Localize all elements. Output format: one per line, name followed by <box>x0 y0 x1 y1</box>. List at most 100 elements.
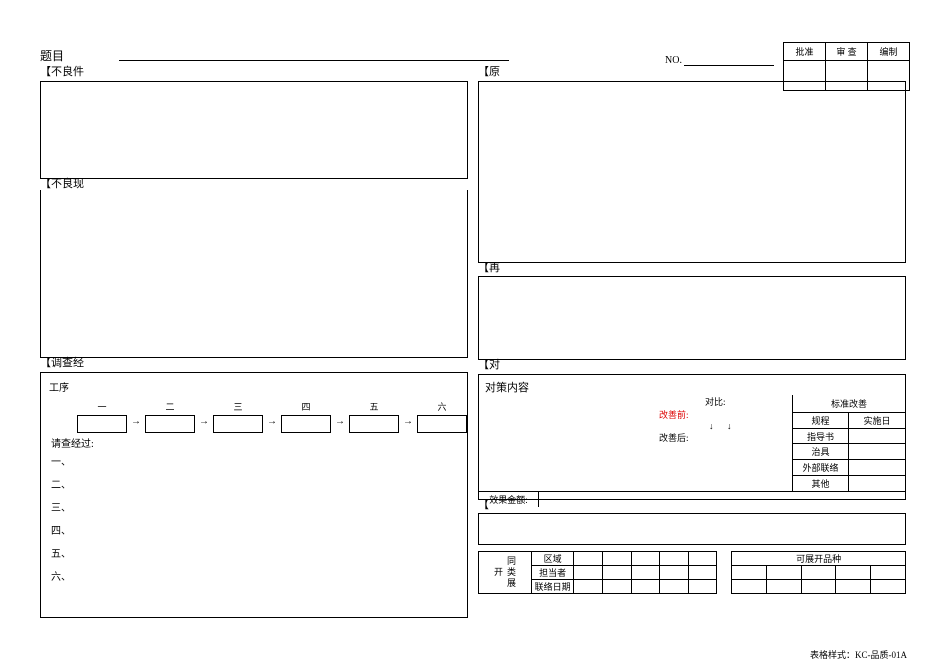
variety-cell[interactable] <box>767 580 802 594</box>
expand-cell[interactable] <box>602 552 631 566</box>
std-cell-date: 实施日 <box>849 413 905 428</box>
variety-cell[interactable] <box>767 566 802 580</box>
flow-box[interactable] <box>77 415 127 433</box>
expand-cell[interactable] <box>631 566 660 580</box>
std-cell[interactable] <box>849 476 905 491</box>
variety-cell[interactable] <box>732 580 767 594</box>
expand-cell[interactable] <box>688 580 717 594</box>
std-cell[interactable] <box>849 429 905 444</box>
approval-cell[interactable] <box>784 61 826 91</box>
std-cell-manual: 指导书 <box>793 429 849 444</box>
check-item: 二、 <box>51 474 459 497</box>
flow-step-label: 三 <box>213 400 263 413</box>
expand-cell[interactable] <box>602 566 631 580</box>
countermeasure-content-area[interactable]: 对比: 改善前: ↓ ↓ 改善后: <box>479 395 793 491</box>
title-text: 题目 <box>40 49 64 63</box>
check-item: 一、 <box>51 451 459 474</box>
flow-step: 一 <box>77 400 127 433</box>
std-cell-jig: 治具 <box>793 444 849 459</box>
flow-step: 五 <box>349 400 399 433</box>
comparison-block: 对比: 改善前: ↓ ↓ 改善后: <box>659 395 732 444</box>
flow-step: 六 <box>417 400 467 433</box>
expand-cell[interactable] <box>660 552 689 566</box>
arrow-right-icon: → <box>267 416 277 427</box>
approval-table: 批准 审 查 编制 <box>783 42 910 91</box>
bottom-tables: 同类展开 区域 担当者 联络日期 <box>478 551 906 594</box>
box-cause[interactable] <box>478 81 906 263</box>
section-label-defect-item: 【不良件 <box>40 67 468 79</box>
arrow-right-icon: → <box>335 416 345 427</box>
flow-box[interactable] <box>145 415 195 433</box>
expand-row-date: 联络日期 <box>532 580 574 594</box>
expand-cell[interactable] <box>688 566 717 580</box>
section-label-recurrence: 【再 <box>478 263 906 275</box>
countermeasure-body: 对比: 改善前: ↓ ↓ 改善后: 标准改善 规程 实施日 <box>479 395 905 491</box>
expand-cell[interactable] <box>631 552 660 566</box>
number-block: NO. <box>665 55 774 66</box>
variety-cell[interactable] <box>801 580 836 594</box>
arrow-right-icon: → <box>131 416 141 427</box>
variety-cell[interactable] <box>836 566 871 580</box>
flow-box[interactable] <box>417 415 467 433</box>
box-investigation: 工序 一 → 二 → 三 → 四 <box>40 372 468 618</box>
expand-cell[interactable] <box>574 566 603 580</box>
flow-label: 工序 <box>49 379 459 394</box>
box-defect-phenomenon[interactable] <box>40 190 468 358</box>
arrow-right-icon: → <box>403 416 413 427</box>
investigation-list: 请查经过: 一、 二、 三、 四、 五、 六、 <box>49 439 459 589</box>
footer-form-id: 表格样式：KC-品质-01A <box>810 648 907 661</box>
box-extra[interactable] <box>478 513 906 545</box>
std-cell[interactable] <box>849 444 905 459</box>
check-item: 六、 <box>51 566 459 589</box>
flow-box[interactable] <box>349 415 399 433</box>
variety-table: 可展开品种 <box>731 551 906 594</box>
expand-cell[interactable] <box>574 552 603 566</box>
box-defect-item[interactable] <box>40 81 468 179</box>
standard-change-table: 标准改善 规程 实施日 指导书 治具 外部联络 <box>793 395 905 491</box>
expand-cell[interactable] <box>631 580 660 594</box>
expand-cell[interactable] <box>660 580 689 594</box>
flow-step: 三 <box>213 400 263 433</box>
approval-cell[interactable] <box>826 61 868 91</box>
arrow-down-icon: ↓ <box>709 421 714 431</box>
flow-step-label: 一 <box>77 400 127 413</box>
effect-value[interactable] <box>539 492 905 507</box>
check-item: 三、 <box>51 497 459 520</box>
std-cell[interactable] <box>849 460 905 475</box>
expand-vertical-header: 同类展开 <box>479 552 532 594</box>
expand-row-area: 区域 <box>532 552 574 566</box>
flow-box[interactable] <box>281 415 331 433</box>
variety-cell[interactable] <box>801 566 836 580</box>
box-recurrence[interactable] <box>478 276 906 360</box>
variety-cell[interactable] <box>836 580 871 594</box>
flow-box[interactable] <box>213 415 263 433</box>
check-label: 请查经过: <box>51 439 459 451</box>
no-underline[interactable] <box>684 65 774 66</box>
arrow-right-icon: → <box>199 416 209 427</box>
title-label: 题目 <box>40 50 64 63</box>
section-label-defect-phenomenon: 【不良现 <box>40 179 468 191</box>
variety-cell[interactable] <box>871 580 906 594</box>
expand-row-person: 担当者 <box>532 566 574 580</box>
header: 题目 NO. 批准 审 查 编制 <box>40 50 910 63</box>
expand-cell[interactable] <box>574 580 603 594</box>
left-column: 【不良件 【不良现 【调查经 工序 一 → 二 → 三 <box>40 67 468 618</box>
before-label: 改善前: <box>659 408 732 421</box>
approval-cell[interactable] <box>868 61 910 91</box>
effect-row: 效果金额: <box>479 491 905 507</box>
section-label-investigation: 【调查经 <box>40 358 468 370</box>
section-label-countermeasure: 【对 <box>478 360 906 372</box>
flow-step-label: 六 <box>417 400 467 413</box>
compare-label: 对比: <box>699 395 732 408</box>
std-change-header: 标准改善 <box>793 395 905 413</box>
check-item: 四、 <box>51 520 459 543</box>
expand-cell[interactable] <box>688 552 717 566</box>
variety-cell[interactable] <box>732 566 767 580</box>
flow-step-label: 五 <box>349 400 399 413</box>
expand-cell[interactable] <box>660 566 689 580</box>
expand-cell[interactable] <box>602 580 631 594</box>
box-countermeasure: 对策内容 对比: 改善前: ↓ ↓ 改善后: 标准 <box>478 374 906 500</box>
countermeasure-title: 对策内容 <box>479 375 905 395</box>
effect-label: 效果金额: <box>479 492 539 507</box>
variety-cell[interactable] <box>871 566 906 580</box>
